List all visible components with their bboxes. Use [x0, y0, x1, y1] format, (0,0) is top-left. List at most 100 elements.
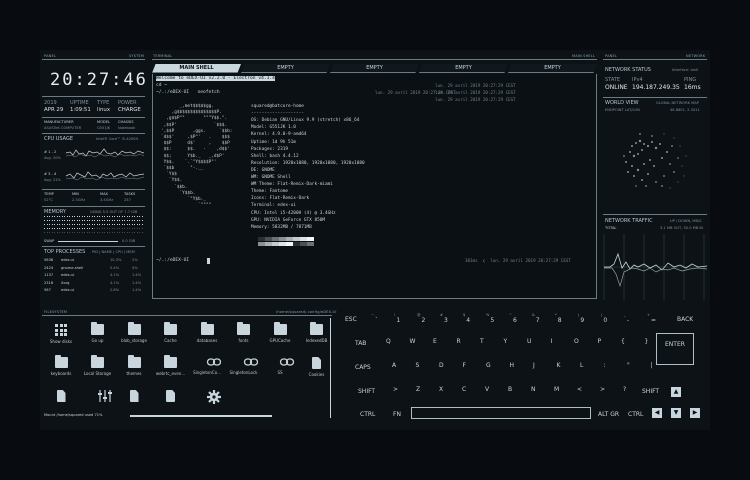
- file-item[interactable]: [44, 390, 78, 405]
- key-row4[interactable]: V: [485, 386, 489, 393]
- terminal-window[interactable]: Welcome to eDEX-UI v2.2.0 - Electron v4.…: [152, 74, 597, 299]
- memory-cell: [56, 220, 58, 222]
- key-space[interactable]: [411, 407, 591, 419]
- file-item[interactable]: [81, 390, 115, 403]
- file-item[interactable]: [190, 390, 224, 404]
- key-row1[interactable]: @2: [417, 313, 425, 324]
- key-row3[interactable]: D: [439, 362, 444, 369]
- file-item[interactable]: SingletonCo...: [190, 357, 224, 375]
- file-item[interactable]: Show disks: [44, 324, 78, 344]
- key-row3[interactable]: L: [580, 362, 583, 369]
- key-row2[interactable]: {: [621, 338, 625, 345]
- key-row1[interactable]: ^6: [509, 313, 517, 324]
- key-row2[interactable]: O: [574, 338, 579, 345]
- arrow-up-key[interactable]: ▲: [671, 387, 681, 397]
- key-caps[interactable]: CAPS: [355, 364, 371, 371]
- file-item[interactable]: IndexedDB: [300, 322, 334, 343]
- key-shift-right[interactable]: SHIFT: [642, 388, 659, 395]
- key-tab[interactable]: TAB: [355, 340, 366, 347]
- logo-line: $$; Y$b._ _,d$P': [161, 153, 225, 159]
- key-row2[interactable]: Y: [504, 338, 508, 345]
- key-row4[interactable]: ?: [623, 386, 626, 393]
- key-row3[interactable]: F: [463, 362, 466, 369]
- key-shift-left[interactable]: SHIFT: [358, 388, 375, 395]
- key-row1[interactable]: &7: [532, 313, 540, 324]
- key-row2[interactable]: Q: [386, 338, 391, 345]
- file-item[interactable]: webrtc_even...: [154, 355, 188, 376]
- arrow-left-key[interactable]: ◀: [652, 408, 662, 418]
- tab-main-shell[interactable]: MAIN SHELL: [152, 64, 241, 73]
- memory-cell: [79, 220, 81, 222]
- file-item[interactable]: SS: [263, 357, 297, 375]
- key-row3[interactable]: K: [557, 362, 561, 369]
- key-row3[interactable]: |: [651, 362, 653, 369]
- key-row1[interactable]: !1: [394, 313, 400, 324]
- key-enter[interactable]: [656, 333, 694, 365]
- key-row4[interactable]: >: [600, 386, 605, 393]
- key-backspace[interactable]: BACK: [677, 316, 693, 323]
- tab-empty-2[interactable]: EMPTY: [330, 64, 419, 73]
- key-row1[interactable]: _-: [624, 313, 629, 324]
- memory-cell: [46, 220, 48, 222]
- key-row1[interactable]: +=: [647, 313, 656, 324]
- key-row4[interactable]: X: [439, 386, 443, 393]
- key-row1[interactable]: (9: [578, 313, 584, 324]
- key-row3[interactable]: A: [392, 362, 396, 369]
- key-ctrl-left[interactable]: CTRL: [360, 411, 375, 418]
- key-row3[interactable]: G: [486, 362, 491, 369]
- key-row2[interactable]: P: [598, 338, 602, 345]
- file-item[interactable]: Go up: [81, 322, 115, 343]
- key-row1[interactable]: ~`: [371, 313, 378, 324]
- key-row3[interactable]: H: [510, 362, 515, 369]
- key-altgr[interactable]: ALT GR: [598, 411, 619, 418]
- cpu-stat-value: 2.3GHz: [72, 198, 86, 202]
- key-row2[interactable]: E: [433, 338, 437, 345]
- key-row2[interactable]: R: [457, 338, 461, 345]
- tab-empty-3[interactable]: EMPTY: [419, 64, 508, 73]
- file-item[interactable]: keyboards: [44, 355, 78, 376]
- file-item[interactable]: Local Storage: [81, 355, 115, 376]
- swap-label: SWAP: [44, 239, 55, 243]
- key-row3[interactable]: ": [627, 362, 630, 369]
- key-row2[interactable]: I: [551, 338, 553, 345]
- file-item[interactable]: fonts: [227, 322, 261, 343]
- key-row2[interactable]: W: [410, 338, 416, 345]
- key-row3[interactable]: J: [533, 362, 535, 369]
- file-item[interactable]: databases: [190, 322, 224, 343]
- key-row1[interactable]: $4: [463, 313, 470, 324]
- key-row3[interactable]: S: [416, 362, 420, 369]
- key-row4[interactable]: B: [508, 386, 512, 393]
- key-row1[interactable]: %5: [486, 313, 494, 324]
- key-row1[interactable]: *8: [555, 313, 562, 324]
- key-row2[interactable]: T: [480, 338, 484, 345]
- key-row4[interactable]: <: [577, 386, 582, 393]
- memory-cell: [114, 232, 116, 234]
- key-esc[interactable]: ESC: [345, 316, 357, 323]
- key-row4[interactable]: Z: [416, 386, 420, 393]
- key-row1[interactable]: )0: [601, 313, 607, 324]
- tab-empty-4[interactable]: EMPTY: [508, 64, 597, 73]
- key-row4[interactable]: M: [554, 386, 559, 393]
- file-item[interactable]: Cache: [154, 322, 188, 343]
- key-row4[interactable]: >: [393, 386, 398, 393]
- process-pid: 5636: [44, 258, 54, 262]
- arrow-right-key[interactable]: ▶: [690, 408, 700, 418]
- key-fn[interactable]: FN: [393, 411, 401, 418]
- key-row2[interactable]: U: [527, 338, 531, 345]
- file-item[interactable]: blob_storage: [117, 322, 151, 343]
- key-row4[interactable]: C: [462, 386, 466, 393]
- file-item[interactable]: [154, 390, 188, 405]
- arrow-down-key[interactable]: ▼: [671, 408, 681, 418]
- key-enter-label[interactable]: ENTER: [665, 341, 685, 348]
- file-item[interactable]: Cookies: [300, 357, 334, 377]
- file-item[interactable]: GPUCache: [263, 322, 297, 343]
- key-row1[interactable]: #3: [440, 313, 448, 324]
- file-item[interactable]: SingletonLock: [227, 357, 261, 375]
- key-ctrl-right[interactable]: CTRL: [628, 411, 643, 418]
- file-item[interactable]: [117, 390, 151, 405]
- key-row3[interactable]: :: [604, 362, 606, 369]
- file-item[interactable]: themes: [117, 355, 151, 376]
- tab-empty-1[interactable]: EMPTY: [241, 64, 330, 73]
- key-row4[interactable]: N: [531, 386, 536, 393]
- key-row2[interactable]: }: [645, 338, 649, 345]
